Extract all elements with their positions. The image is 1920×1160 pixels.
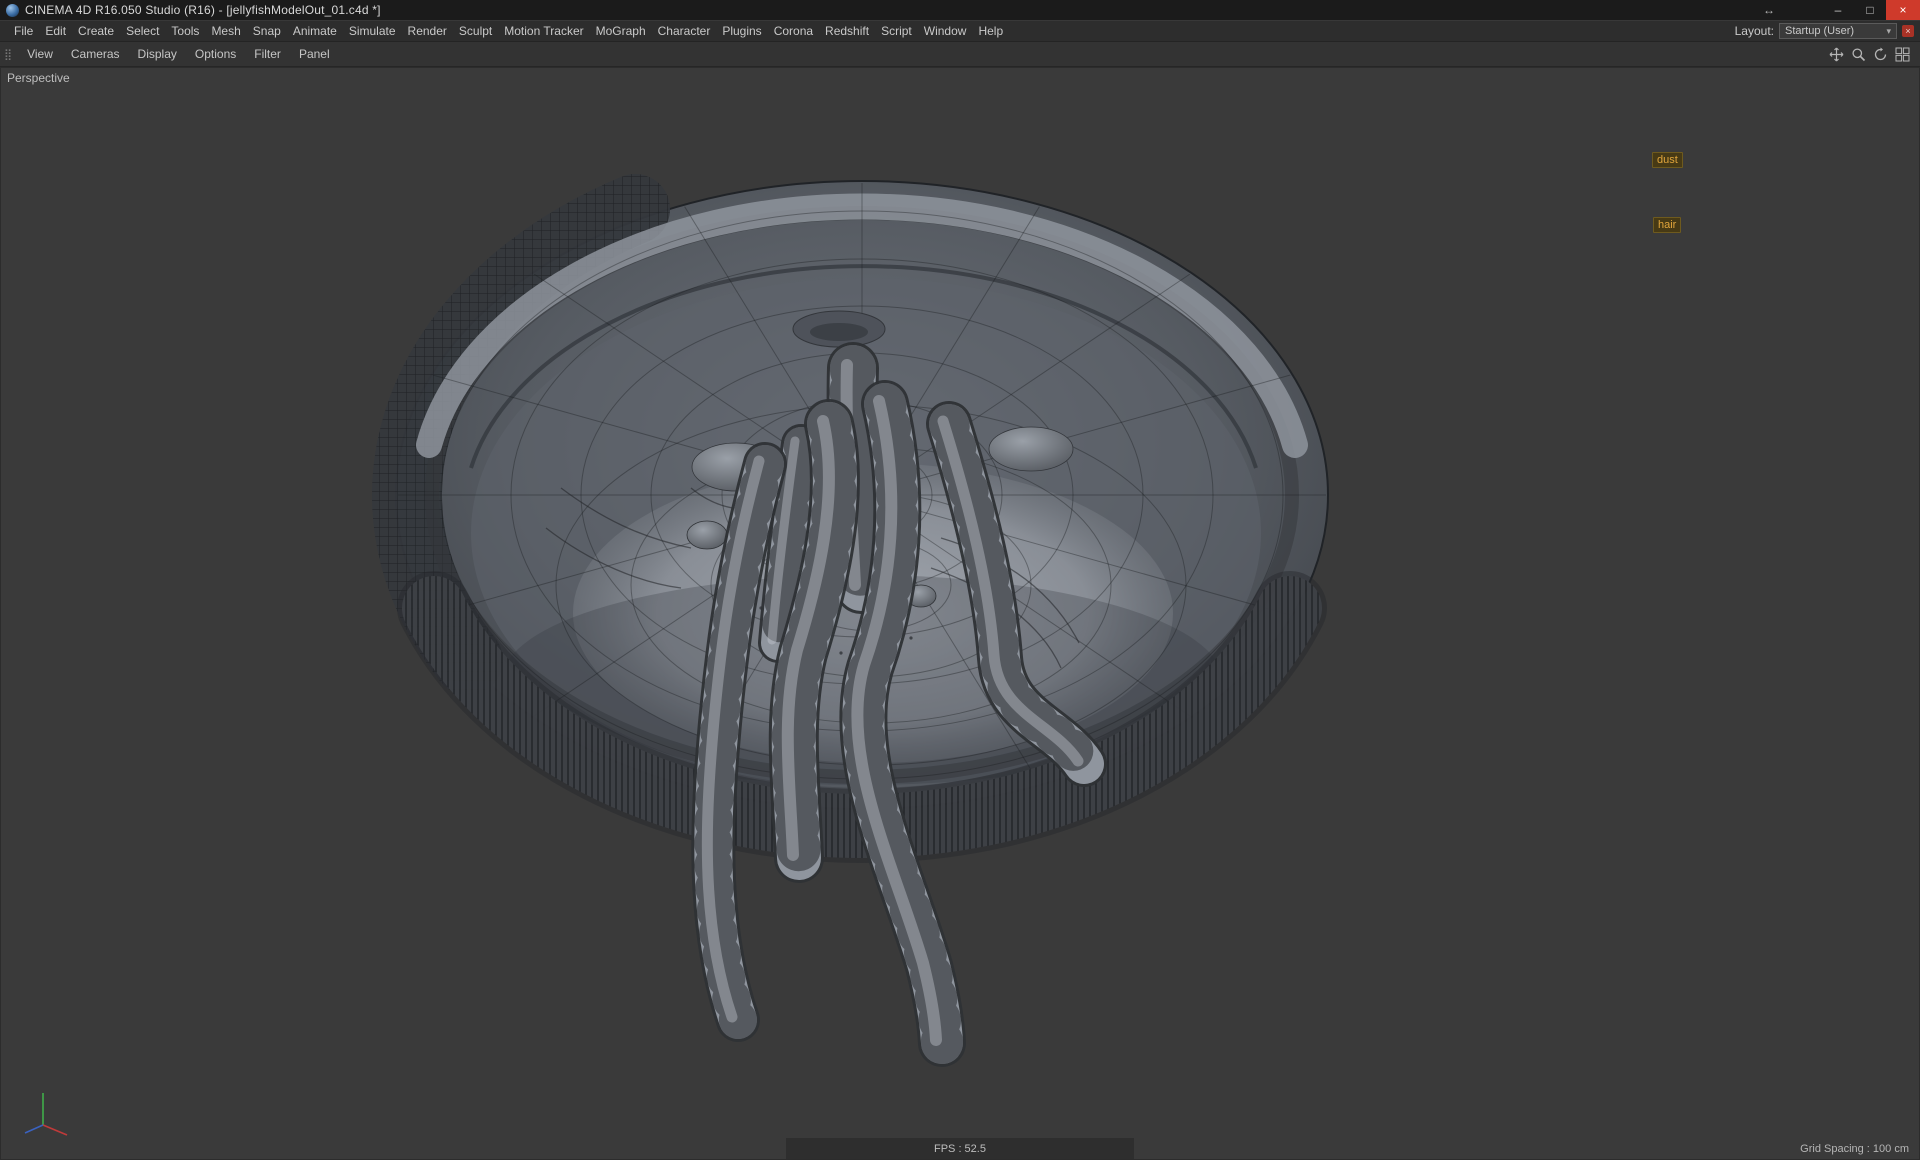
menu-item-edit[interactable]: Edit [39,24,72,38]
menu-item-sculpt[interactable]: Sculpt [453,24,498,38]
viewport-toolbar: ⣿ View Cameras Display Options Filter Pa… [0,41,1920,67]
red-x-icon[interactable]: × [1902,25,1914,37]
menu-item-motion-tracker[interactable]: Motion Tracker [498,24,589,38]
viewport-label: Perspective [7,71,70,85]
fps-readout: FPS : 52.5 [786,1138,1134,1159]
axis-z-line [24,1124,44,1134]
menu-item-script[interactable]: Script [875,24,918,38]
close-button[interactable]: × [1886,0,1920,20]
menu-item-help[interactable]: Help [972,24,1009,38]
menu-item-select[interactable]: Select [120,24,165,38]
minimize-button[interactable]: – [1822,0,1854,20]
window-title: CINEMA 4D R16.050 Studio (R16) - [jellyf… [25,3,381,17]
menu-item-plugins[interactable]: Plugins [716,24,767,38]
jellyfish-model[interactable] [1,68,1919,1159]
menu-item-tools[interactable]: Tools [165,24,205,38]
app-icon [6,3,19,17]
toolbar-grip[interactable]: ⣿ [0,48,18,61]
menu-item-mesh[interactable]: Mesh [205,24,246,38]
viewport-menu-panel[interactable]: Panel [290,47,339,61]
menu-item-snap[interactable]: Snap [247,24,287,38]
menu-item-file[interactable]: File [8,24,39,38]
menu-item-character[interactable]: Character [652,24,717,38]
hud-tag-dust[interactable]: dust [1652,152,1683,168]
menu-item-animate[interactable]: Animate [287,24,343,38]
axis-gizmo [24,1093,68,1136]
viewport-menu-cameras[interactable]: Cameras [62,47,129,61]
menu-item-redshift[interactable]: Redshift [819,24,875,38]
menu-item-mograph[interactable]: MoGraph [590,24,652,38]
camera-pan-icon[interactable] [1829,47,1844,62]
fps-text: FPS : 52.5 [934,1142,986,1155]
layout-label: Layout: [1734,24,1774,38]
camera-zoom-icon[interactable] [1851,47,1866,62]
dock-pin-icon[interactable]: ↔ [1756,3,1782,17]
main-menu-bar: File Edit Create Select Tools Mesh Snap … [0,20,1920,41]
camera-rotate-icon[interactable] [1873,47,1888,62]
menu-item-render[interactable]: Render [402,24,453,38]
maximize-button[interactable]: □ [1854,0,1886,20]
viewport-menu-display[interactable]: Display [129,47,186,61]
layout-area: Layout: Startup (User) ▾ × [1735,23,1920,39]
menu-item-simulate[interactable]: Simulate [343,24,402,38]
viewport-menu-view[interactable]: View [18,47,62,61]
chevron-down-icon: ▾ [1886,25,1891,36]
axis-x-line [42,1124,68,1136]
grid-spacing-label: Grid Spacing : 100 cm [1800,1143,1909,1155]
hud-tag-hair[interactable]: hair [1653,217,1682,233]
layout-dropdown[interactable]: Startup (User) ▾ [1779,23,1897,39]
menu-item-create[interactable]: Create [72,24,120,38]
viewport[interactable]: Perspective dust hair FPS: 52.5 Grid Sp… [0,67,1920,1160]
viewport-menu-options[interactable]: Options [186,47,245,61]
title-bar: CINEMA 4D R16.050 Studio (R16) - [jellyf… [0,0,1920,20]
menu-item-corona[interactable]: Corona [768,24,819,38]
menu-item-window[interactable]: Window [918,24,973,38]
layout-dropdown-value: Startup (User) [1785,25,1855,37]
viewport-nav-icons [1829,47,1920,62]
viewport-menu-filter[interactable]: Filter [245,47,290,61]
viewport-toggle-icon[interactable] [1895,47,1910,62]
